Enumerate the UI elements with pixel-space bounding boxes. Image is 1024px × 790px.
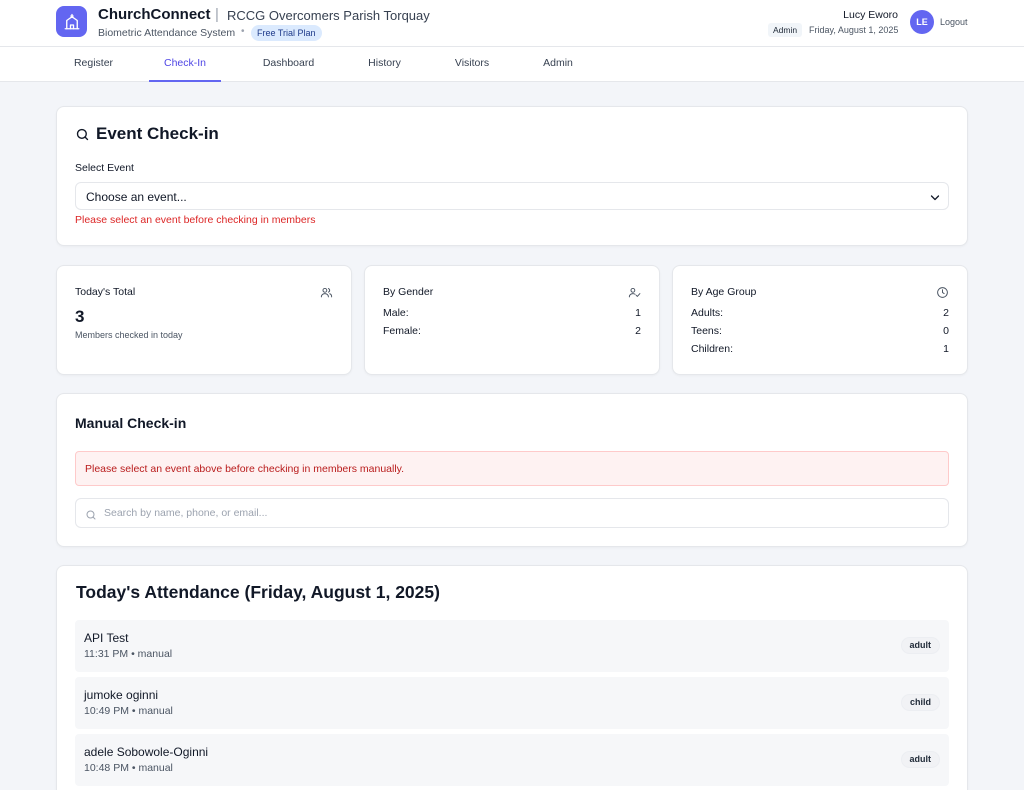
- tab-register[interactable]: Register: [56, 47, 131, 82]
- age-stat-title: By Age Group: [691, 286, 757, 298]
- gender-row-label: Female:: [383, 325, 421, 337]
- age-row-value: 2: [943, 307, 949, 319]
- gender-stat-title: By Gender: [383, 286, 434, 298]
- chevron-down-icon: [928, 191, 942, 209]
- select-event-label: Select Event: [75, 162, 134, 174]
- attendance-title: Today's Attendance (Friday, August 1, 20…: [76, 582, 440, 602]
- subtitle-dot: •: [241, 26, 245, 37]
- member-search-input[interactable]: [104, 503, 934, 523]
- manual-checkin-title: Manual Check-in: [75, 415, 187, 431]
- parish-name: RCCG Overcomers Parish Torquay: [227, 8, 430, 23]
- gender-row-value: 2: [635, 325, 641, 337]
- gender-row-label: Male:: [383, 307, 409, 319]
- app-subtitle: Biometric Attendance System: [98, 27, 236, 39]
- age-row-value: 1: [943, 343, 949, 355]
- age-row-label: Teens:: [691, 325, 722, 337]
- attendee-name: jumoke oginni: [84, 688, 159, 702]
- age-group-badge: adult: [900, 751, 940, 768]
- event-error-message: Please select an event before checking i…: [75, 214, 316, 226]
- user-check-icon: [628, 286, 641, 304]
- attendee-name: adele Sobowole-Oginni: [84, 745, 209, 759]
- tab-visitors[interactable]: Visitors: [442, 47, 502, 82]
- alert-text: Please select an event above before chec…: [85, 463, 405, 475]
- user-name: Lucy Eworo: [843, 9, 898, 21]
- app-name: ChurchConnect: [98, 6, 211, 23]
- church-logo-icon: [56, 6, 87, 37]
- event-select-value: Choose an event...: [86, 190, 187, 204]
- manual-checkin-alert: Please select an event above before chec…: [75, 451, 949, 486]
- age-group-badge: adult: [900, 637, 940, 654]
- attendee-meta: 10:49 PM • manual: [84, 705, 173, 717]
- tab-admin[interactable]: Admin: [532, 47, 584, 82]
- event-select[interactable]: Choose an event...: [75, 182, 949, 210]
- event-checkin-title: Event Check-in: [96, 124, 219, 143]
- plan-badge: Free Trial Plan: [251, 25, 322, 41]
- users-icon: [320, 286, 333, 304]
- tab-history[interactable]: History: [356, 47, 413, 82]
- attendance-row: API Test 11:31 PM • manual adult: [75, 620, 949, 672]
- user-avatar[interactable]: LE: [910, 10, 934, 34]
- logout-link[interactable]: Logout: [940, 17, 968, 27]
- total-stat-value: 3: [75, 307, 85, 326]
- search-icon: [85, 508, 97, 526]
- age-stat-card: [672, 265, 968, 375]
- gender-row-value: 1: [635, 307, 641, 319]
- tab-check-in[interactable]: Check-In: [149, 47, 221, 82]
- role-badge: Admin: [768, 23, 803, 37]
- current-date: Friday, August 1, 2025: [809, 25, 899, 35]
- attendance-row: jumoke oginni 10:49 PM • manual child: [75, 677, 949, 729]
- attendee-meta: 10:48 PM • manual: [84, 762, 173, 774]
- age-group-badge: child: [900, 694, 940, 711]
- tab-dashboard[interactable]: Dashboard: [251, 47, 326, 82]
- total-stat-caption: Members checked in today: [75, 330, 183, 340]
- attendee-meta: 11:31 PM • manual: [84, 648, 173, 660]
- total-stat-card: [56, 265, 352, 375]
- member-search-field[interactable]: [75, 498, 949, 528]
- app-header: ChurchConnect | RCCG Overcomers Parish T…: [0, 0, 1024, 47]
- age-row-label: Children:: [691, 343, 734, 355]
- search-icon: [75, 127, 90, 147]
- age-row-value: 0: [943, 325, 949, 337]
- attendance-row: adele Sobowole-Oginni 10:48 PM • manual …: [75, 734, 949, 786]
- gender-stat-card: [364, 265, 660, 375]
- total-stat-title: Today's Total: [75, 286, 136, 298]
- main-nav: Register Check-In Dashboard History Visi…: [0, 47, 1024, 82]
- age-row-label: Adults:: [691, 307, 724, 319]
- title-separator: |: [215, 6, 219, 23]
- clock-icon: [936, 286, 949, 304]
- attendee-name: API Test: [84, 631, 129, 645]
